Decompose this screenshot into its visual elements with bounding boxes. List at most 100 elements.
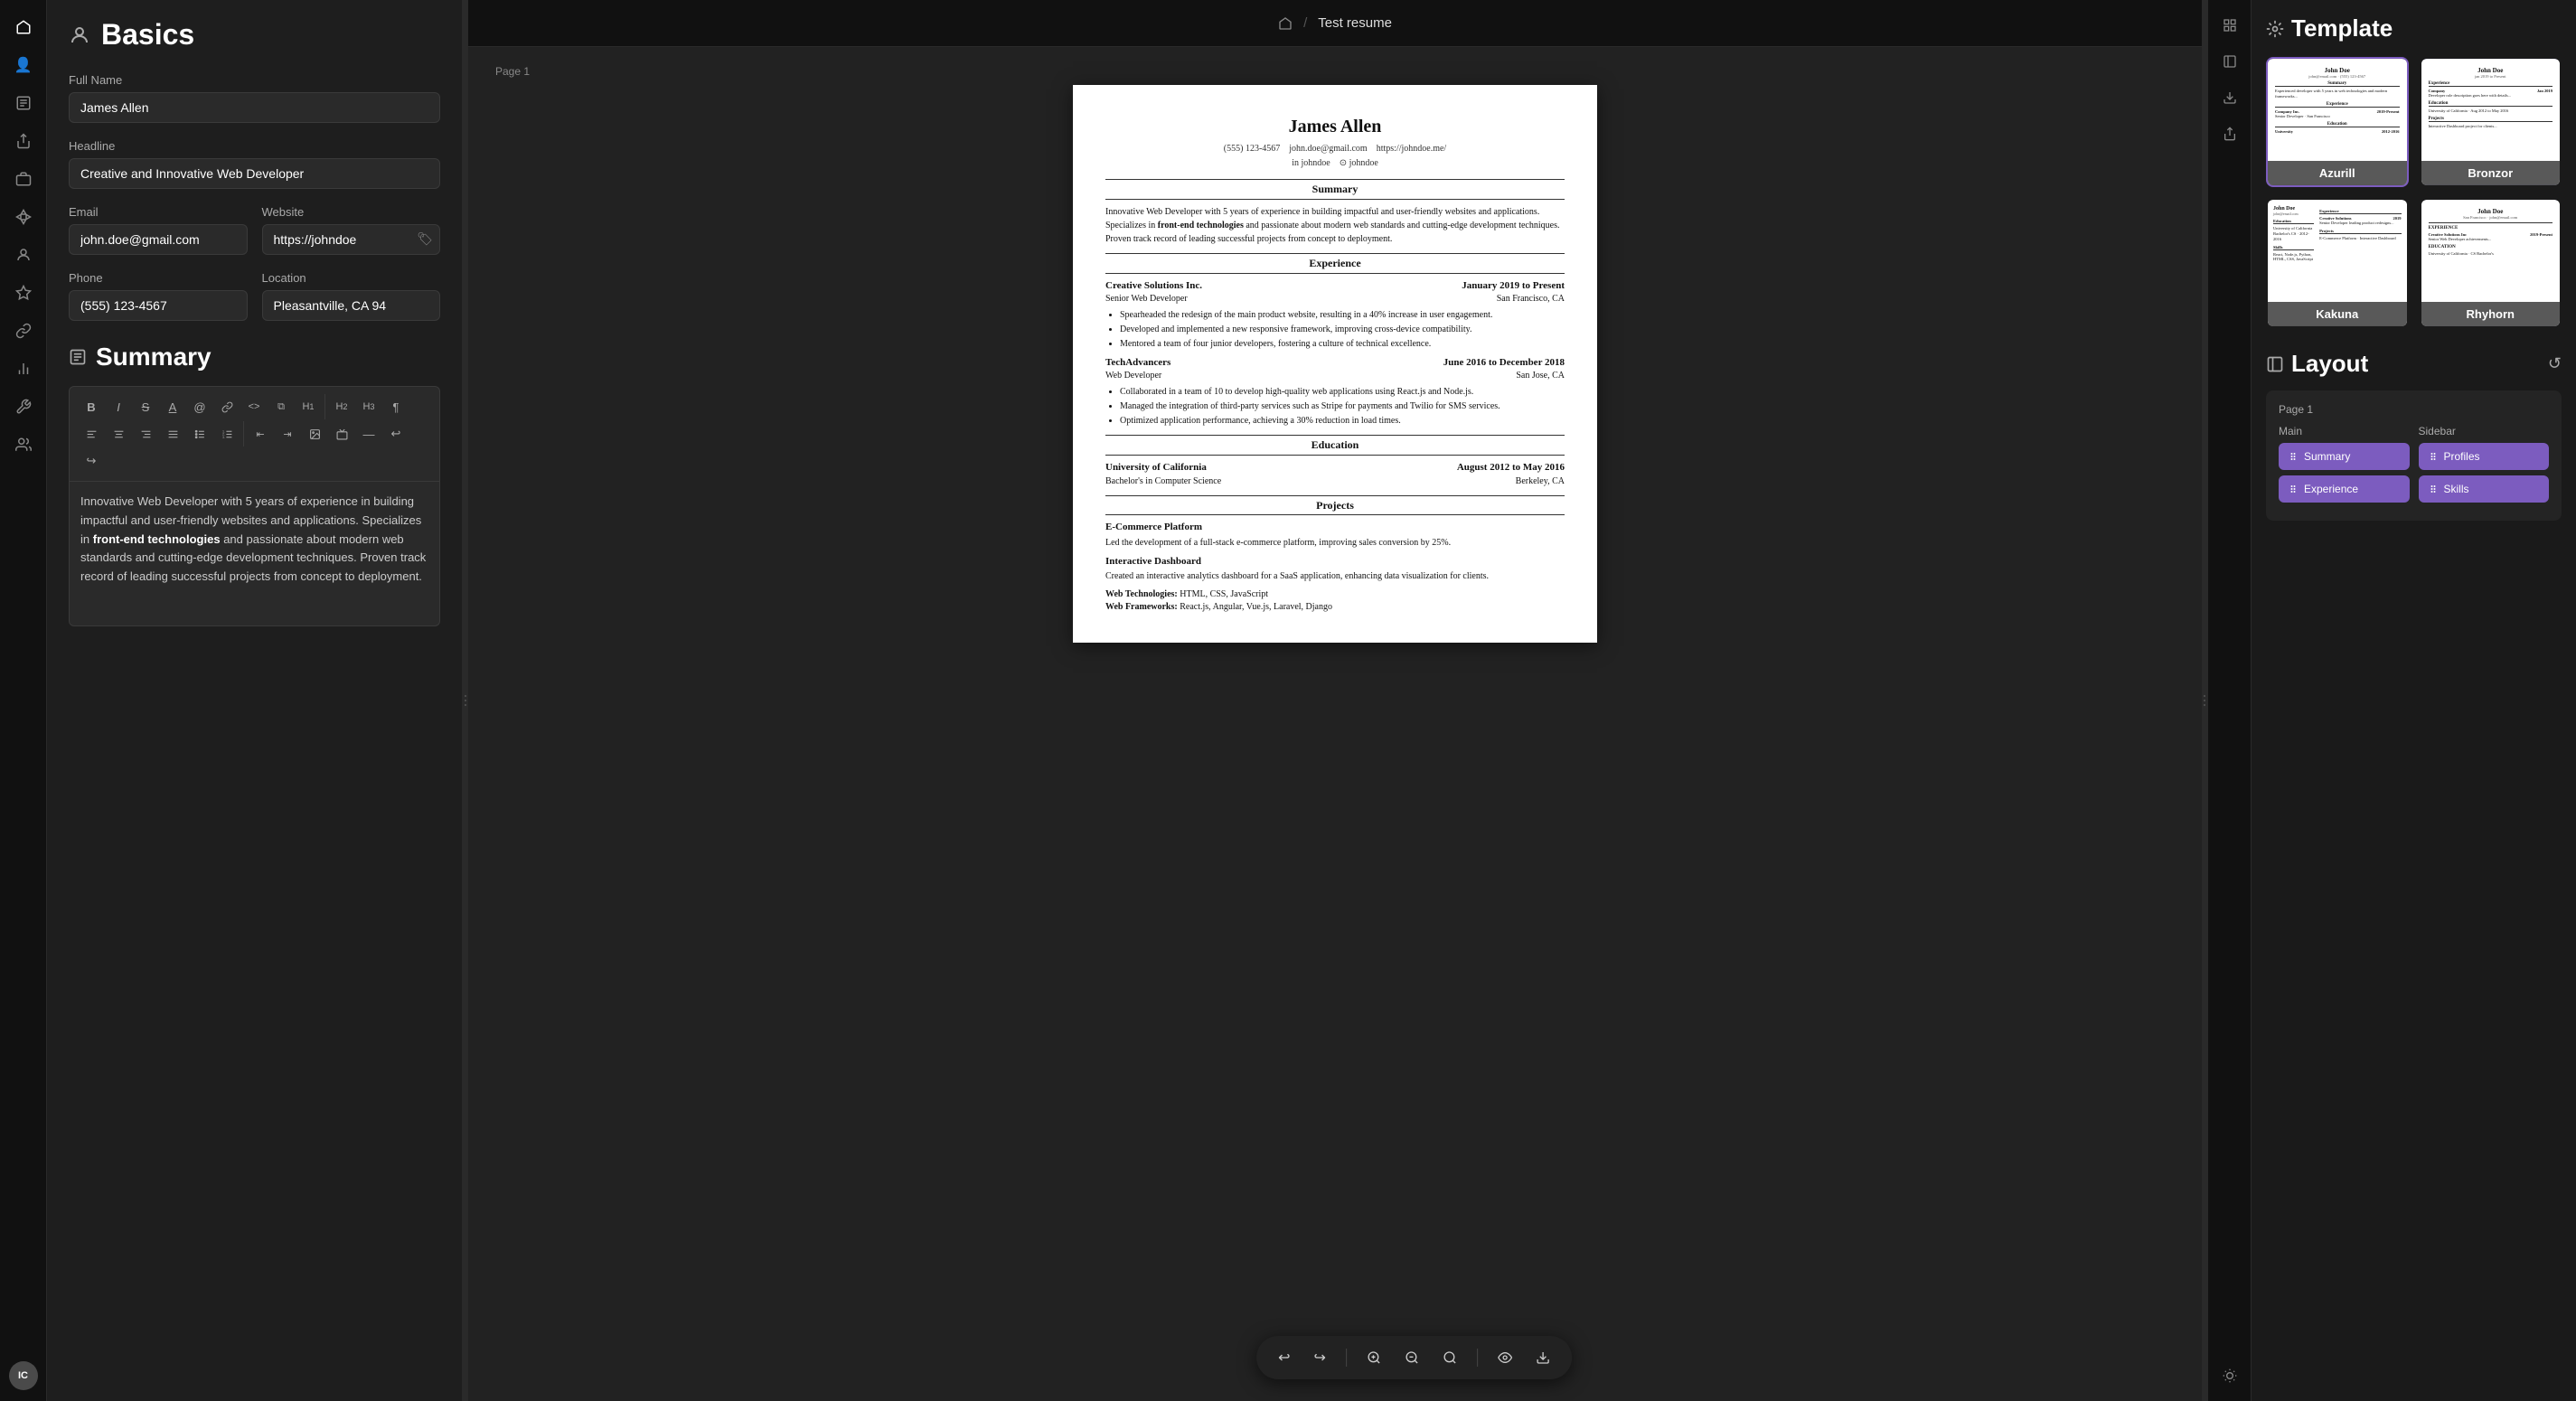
home-nav-icon[interactable]	[7, 11, 40, 43]
layout-header: Layout ↺	[2266, 350, 2562, 378]
grid-icon[interactable]	[2215, 11, 2244, 40]
basics-header: Basics	[69, 18, 440, 52]
align-right-btn[interactable]	[133, 421, 158, 447]
layout-experience-item[interactable]: Experience	[2279, 475, 2410, 503]
briefcase-nav-icon[interactable]	[7, 163, 40, 195]
document-nav-icon[interactable]	[7, 87, 40, 119]
download-right-icon[interactable]	[2215, 83, 2244, 112]
resume-contact-line2: in johndoe ⊙ johndoe	[1105, 157, 1565, 170]
template-rhyhorn[interactable]: John Doe San Francisco · john@email.com …	[2420, 198, 2562, 328]
website-label: Website	[262, 205, 441, 219]
indent-btn[interactable]: ⇥	[275, 421, 300, 447]
headline-input[interactable]	[69, 158, 440, 189]
link-nav-icon[interactable]	[7, 315, 40, 347]
link-btn[interactable]	[214, 394, 240, 419]
template-kakuna[interactable]: John Doe john@email.com Education Univer…	[2266, 198, 2409, 328]
layout-page-label: Page 1	[2279, 403, 2549, 416]
project-2-desc: Created an interactive analytics dashboa…	[1105, 570, 1565, 583]
home-header-icon[interactable]	[1278, 16, 1293, 31]
eye-button[interactable]	[1494, 1347, 1516, 1368]
right-icon-bar	[2207, 0, 2251, 1401]
puzzle-nav-icon[interactable]	[7, 201, 40, 233]
resume-experience-title: Experience	[1105, 253, 1565, 274]
bold-btn[interactable]: B	[79, 394, 104, 419]
star-nav-icon[interactable]	[7, 277, 40, 309]
layout-reset-button[interactable]: ↺	[2548, 354, 2562, 373]
project-1-desc: Led the development of a full-stack e-co…	[1105, 537, 1565, 550]
website-input[interactable]	[262, 224, 441, 255]
tools-nav-icon[interactable]	[7, 390, 40, 423]
template-grid: John Doe john@email.com · (555) 123-4567…	[2266, 57, 2562, 328]
layout-profiles-item[interactable]: Profiles	[2419, 443, 2550, 470]
edu-1-header: University of California August 2012 to …	[1105, 461, 1565, 475]
user-nav-icon[interactable]	[7, 239, 40, 271]
chart-nav-icon[interactable]	[7, 353, 40, 385]
project-2-name: Interactive Dashboard	[1105, 555, 1565, 569]
job-1-bullets: Spearheaded the redesign of the main pro…	[1105, 309, 1565, 351]
resume-summary-text: Innovative Web Developer with 5 years of…	[1105, 205, 1565, 246]
align-justify-btn[interactable]	[160, 421, 185, 447]
italic-btn[interactable]: I	[106, 394, 131, 419]
layout-icon-header	[2266, 355, 2284, 373]
main-column-label: Main	[2279, 425, 2410, 437]
template-azurill[interactable]: John Doe john@email.com · (555) 123-4567…	[2266, 57, 2409, 187]
layout-icon[interactable]	[2215, 47, 2244, 76]
website-group: Website 🏷	[262, 205, 441, 255]
ordered-list-btn[interactable]: 1.2.3.	[214, 421, 240, 447]
sun-icon[interactable]	[2215, 1361, 2244, 1390]
paragraph-btn[interactable]: ¶	[383, 394, 409, 419]
image-btn[interactable]	[302, 421, 327, 447]
summary-editor[interactable]: Innovative Web Developer with 5 years of…	[69, 482, 440, 626]
drag-icon-2	[2288, 484, 2299, 494]
editor-toolbar: B I S A @ <> ⧉ H1 H2 H3 ¶ 1.2.3.	[69, 386, 440, 482]
h2-btn[interactable]: H2	[329, 394, 354, 419]
strikethrough-btn[interactable]: S	[133, 394, 158, 419]
full-name-label: Full Name	[69, 73, 440, 87]
underline-btn[interactable]: A	[160, 394, 185, 419]
redo-editor-btn[interactable]: ↪	[79, 448, 104, 474]
share-nav-icon[interactable]	[7, 125, 40, 157]
email-website-row: Email Website 🏷	[69, 205, 440, 255]
location-group: Location	[262, 271, 441, 321]
fit-button[interactable]	[1439, 1347, 1461, 1368]
zoom-in-button[interactable]	[1363, 1347, 1385, 1368]
redo-button[interactable]: ↪	[1311, 1345, 1330, 1370]
phone-location-row: Phone Location	[69, 271, 440, 321]
align-center-btn[interactable]	[106, 421, 131, 447]
copy-btn[interactable]: ⧉	[268, 394, 294, 419]
group-nav-icon[interactable]	[7, 428, 40, 461]
location-input[interactable]	[262, 290, 441, 321]
layout-summary-item[interactable]: Summary	[2279, 443, 2410, 470]
outdent-btn[interactable]: ⇤	[248, 421, 273, 447]
bullet-list-btn[interactable]	[187, 421, 212, 447]
download-button[interactable]	[1532, 1347, 1554, 1368]
profile-nav-icon[interactable]: 👤	[7, 49, 40, 81]
full-name-input[interactable]	[69, 92, 440, 123]
resume-summary-title: Summary	[1105, 179, 1565, 200]
project-1-name: E-Commerce Platform	[1105, 521, 1565, 534]
share-right-icon[interactable]	[2215, 119, 2244, 148]
media-btn[interactable]	[329, 421, 354, 447]
summary-title: Summary	[96, 343, 212, 371]
layout-skills-item[interactable]: Skills	[2419, 475, 2550, 503]
undo-button[interactable]: ↩	[1274, 1345, 1293, 1370]
email-input[interactable]	[69, 224, 248, 255]
template-bronzor-name: Bronzor	[2421, 161, 2561, 185]
resume-name: James Allen	[1105, 114, 1565, 139]
mention-btn[interactable]: @	[187, 394, 212, 419]
undo-editor-btn[interactable]: ↩	[383, 421, 409, 447]
align-left-btn[interactable]	[79, 421, 104, 447]
template-bronzor[interactable]: John Doe jan 2019 to Present Experience …	[2420, 57, 2562, 187]
h3-btn[interactable]: H3	[356, 394, 381, 419]
resume-page: James Allen (555) 123-4567 john.doe@gmai…	[1073, 85, 1597, 643]
phone-input[interactable]	[69, 290, 248, 321]
code-btn[interactable]: <>	[241, 394, 267, 419]
template-rhyhorn-name: Rhyhorn	[2421, 302, 2561, 326]
layout-box: Page 1 Main Summary Experience S	[2266, 390, 2562, 521]
h1-btn[interactable]: H1	[296, 394, 321, 419]
zoom-out-button[interactable]	[1401, 1347, 1423, 1368]
job-2-bullets: Collaborated in a team of 10 to develop …	[1105, 386, 1565, 428]
main-column: Main Summary Experience	[2279, 425, 2410, 508]
hr-btn[interactable]: —	[356, 421, 381, 447]
user-avatar[interactable]: IC	[9, 1361, 38, 1390]
